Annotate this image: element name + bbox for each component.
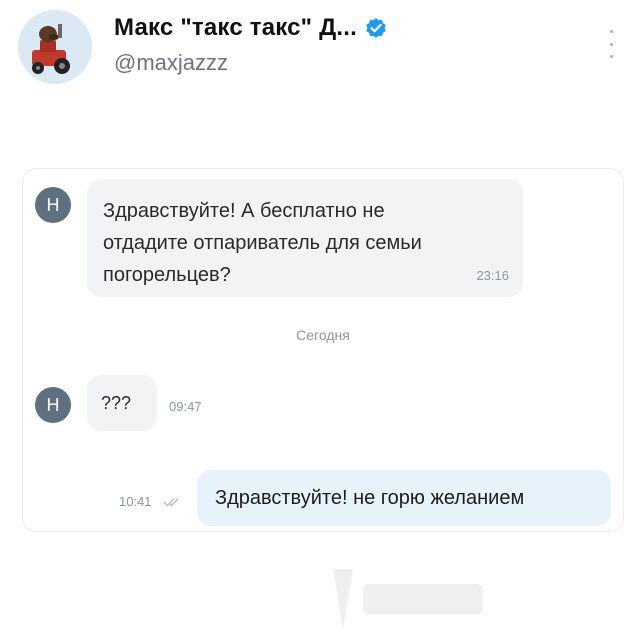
date-separator: Сегодня bbox=[296, 327, 350, 343]
message-time: 10:41 bbox=[119, 494, 152, 509]
sender-avatar[interactable]: Н bbox=[35, 187, 71, 223]
sender-avatar[interactable]: Н bbox=[35, 387, 71, 423]
message-line: погорельцев? bbox=[103, 264, 231, 286]
author-name-row: Макс "такс такс" Д... bbox=[114, 14, 387, 42]
chat-screenshot: Н Здравствуйте! А бесплатно не отдадите … bbox=[22, 168, 624, 629]
verified-badge-icon bbox=[365, 17, 387, 39]
message-text: Здравствуйте! А бесплатно не отдадите от… bbox=[103, 195, 422, 291]
incoming-message[interactable]: Здравствуйте! А бесплатно не отдадите от… bbox=[87, 179, 523, 297]
author-handle[interactable]: @maxjazzz bbox=[114, 50, 387, 76]
avatar-image-icon bbox=[18, 10, 92, 84]
watermark-logo-icon bbox=[333, 569, 483, 629]
message-time: 09:47 bbox=[169, 399, 202, 414]
sender-avatar-letter: Н bbox=[46, 394, 60, 415]
message-text: ??? bbox=[101, 393, 132, 413]
message-text: Здравствуйте! не горю желанием bbox=[215, 487, 525, 509]
sender-avatar-letter: Н bbox=[46, 194, 60, 215]
message-line: Здравствуйте! А бесплатно не bbox=[103, 200, 385, 222]
incoming-message[interactable]: ??? bbox=[87, 375, 157, 431]
outgoing-message[interactable]: Здравствуйте! не горю желанием bbox=[197, 470, 611, 526]
message-time: 23:16 bbox=[476, 268, 509, 283]
more-vertical-icon[interactable] bbox=[608, 30, 614, 58]
author-info: Макс "такс такс" Д... @maxjazzz bbox=[114, 14, 387, 76]
author-name[interactable]: Макс "такс такс" Д... bbox=[114, 14, 357, 42]
double-check-icon bbox=[163, 495, 183, 513]
post-header: Макс "такс такс" Д... @maxjazzz bbox=[0, 0, 640, 110]
author-avatar[interactable] bbox=[18, 10, 92, 84]
message-line: отдадите отпариватель для семьи bbox=[103, 232, 422, 254]
